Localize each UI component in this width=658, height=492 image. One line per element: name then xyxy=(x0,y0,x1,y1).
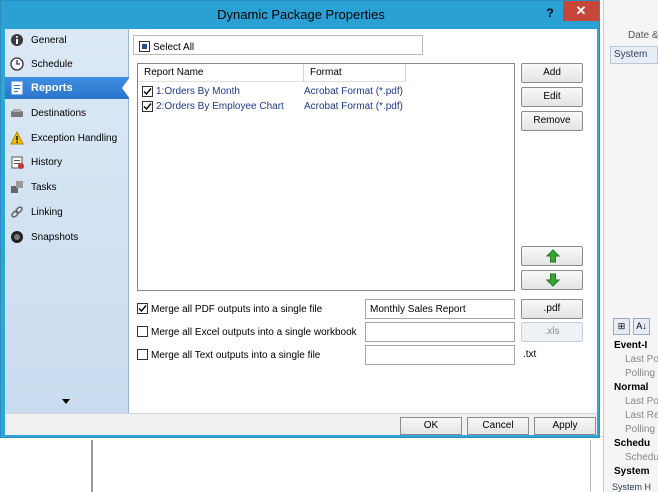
system-bottom-tab[interactable]: System H xyxy=(612,482,658,492)
arrow-up-icon xyxy=(546,249,560,263)
txt-extension-label: .txt xyxy=(523,349,537,360)
reports-icon xyxy=(9,80,25,96)
property-item[interactable]: Polling I xyxy=(613,368,658,382)
property-item[interactable]: Polling I xyxy=(613,424,658,438)
xls-extension-button[interactable]: .xls xyxy=(521,322,583,342)
property-item[interactable]: Last Pol xyxy=(613,396,658,410)
merge-text-filename-input[interactable] xyxy=(365,345,515,365)
system-tab[interactable]: System xyxy=(610,46,658,64)
camera-icon xyxy=(9,229,25,245)
property-category[interactable]: Schedu xyxy=(613,438,658,452)
merge-pdf-label[interactable]: Merge all PDF outputs into a single file xyxy=(151,304,322,315)
categorized-icon[interactable]: ⊞ xyxy=(613,318,630,335)
edit-report-button[interactable]: Edit xyxy=(521,87,583,107)
destinations-icon xyxy=(9,105,25,121)
nav-item-exception-handling[interactable]: Exception Handling xyxy=(5,127,129,149)
warning-icon xyxy=(9,130,25,146)
property-grid-toolbar: ⊞ A↓ xyxy=(613,318,658,336)
report-name: 2:Orders By Employee Chart xyxy=(156,101,284,112)
merge-excel-checkbox[interactable] xyxy=(137,326,148,337)
nav-item-label: History xyxy=(31,156,63,168)
arrow-down-icon xyxy=(546,273,560,287)
report-row-checkbox[interactable] xyxy=(142,101,153,112)
property-category[interactable]: System xyxy=(613,466,658,480)
nav-item-label: Exception Handling xyxy=(31,132,118,144)
sort-alpha-icon[interactable]: A↓ xyxy=(633,318,650,335)
property-item[interactable]: Last Res xyxy=(613,410,658,424)
merge-excel-label[interactable]: Merge all Excel outputs into a single wo… xyxy=(151,327,357,338)
dynamic-package-properties-dialog: Dynamic Package Properties ? ✕ General S… xyxy=(0,0,600,438)
nav-item-reports[interactable]: Reports xyxy=(5,77,130,99)
background-divider xyxy=(91,440,93,492)
property-category[interactable]: Event-I xyxy=(613,340,658,354)
dialog-client-area: General Schedule Reports Destinations Ex… xyxy=(5,29,597,435)
nav-item-label: Reports xyxy=(31,82,73,94)
nav-item-history[interactable]: History xyxy=(5,151,129,173)
property-item[interactable]: Last Poli xyxy=(613,354,658,368)
select-all-checkbox[interactable] xyxy=(139,41,150,52)
property-category[interactable]: Normal xyxy=(613,382,658,396)
link-icon xyxy=(9,204,25,220)
reports-list: Report Name Format 1:Orders By Month Acr… xyxy=(137,63,515,291)
navigation-sidebar: General Schedule Reports Destinations Ex… xyxy=(5,29,130,413)
move-down-button[interactable] xyxy=(521,270,583,290)
merge-pdf-filename-input[interactable] xyxy=(365,299,515,319)
nav-item-label: General xyxy=(31,34,67,46)
report-row[interactable]: 2:Orders By Employee Chart Acrobat Forma… xyxy=(138,99,514,115)
nav-item-label: Tasks xyxy=(31,181,57,193)
report-format: Acrobat Format (*.pdf) xyxy=(304,86,403,97)
column-header-report-name[interactable]: Report Name xyxy=(138,64,304,82)
cancel-button[interactable]: Cancel xyxy=(467,417,529,435)
nav-item-general[interactable]: General xyxy=(5,29,129,51)
close-button[interactable]: ✕ xyxy=(563,1,599,21)
background-divider xyxy=(590,440,591,492)
tasks-icon xyxy=(9,179,25,195)
report-format: Acrobat Format (*.pdf) xyxy=(304,101,403,112)
merge-text-checkbox[interactable] xyxy=(137,349,148,360)
nav-item-linking[interactable]: Linking xyxy=(5,201,129,223)
pdf-extension-button[interactable]: .pdf xyxy=(521,299,583,319)
nav-item-label: Schedule xyxy=(31,58,73,70)
remove-report-button[interactable]: Remove xyxy=(521,111,583,131)
dialog-title: Dynamic Package Properties xyxy=(217,7,385,22)
property-item[interactable]: Schedul xyxy=(613,452,658,466)
report-row[interactable]: 1:Orders By Month Acrobat Format (*.pdf) xyxy=(138,84,514,100)
ok-button[interactable]: OK xyxy=(400,417,462,435)
nav-item-label: Linking xyxy=(31,206,63,218)
report-name: 1:Orders By Month xyxy=(156,86,240,97)
help-button[interactable]: ? xyxy=(543,6,557,20)
property-list: Event-I Last Poli Polling I Normal Last … xyxy=(613,340,658,480)
merge-excel-filename-input[interactable] xyxy=(365,322,515,342)
report-row-checkbox[interactable] xyxy=(142,86,153,97)
add-report-button[interactable]: Add xyxy=(521,63,583,83)
select-all-label[interactable]: Select All xyxy=(153,42,194,53)
move-up-button[interactable] xyxy=(521,246,583,266)
scroll-down-arrow-icon[interactable] xyxy=(62,399,70,404)
history-icon xyxy=(9,154,25,170)
date-column-header[interactable]: Date & xyxy=(628,30,658,41)
nav-item-snapshots[interactable]: Snapshots xyxy=(5,226,129,248)
clock-icon xyxy=(9,56,25,72)
nav-item-tasks[interactable]: Tasks xyxy=(5,176,129,198)
info-icon xyxy=(9,32,25,48)
nav-item-schedule[interactable]: Schedule xyxy=(5,53,129,75)
nav-item-label: Snapshots xyxy=(31,231,79,243)
column-header-format[interactable]: Format xyxy=(304,64,406,82)
merge-text-label[interactable]: Merge all Text outputs into a single fil… xyxy=(151,350,320,361)
merge-pdf-checkbox[interactable] xyxy=(137,303,148,314)
nav-item-destinations[interactable]: Destinations xyxy=(5,102,129,124)
nav-item-label: Destinations xyxy=(31,107,87,119)
column-separator[interactable] xyxy=(405,64,406,82)
apply-button[interactable]: Apply xyxy=(534,417,596,435)
